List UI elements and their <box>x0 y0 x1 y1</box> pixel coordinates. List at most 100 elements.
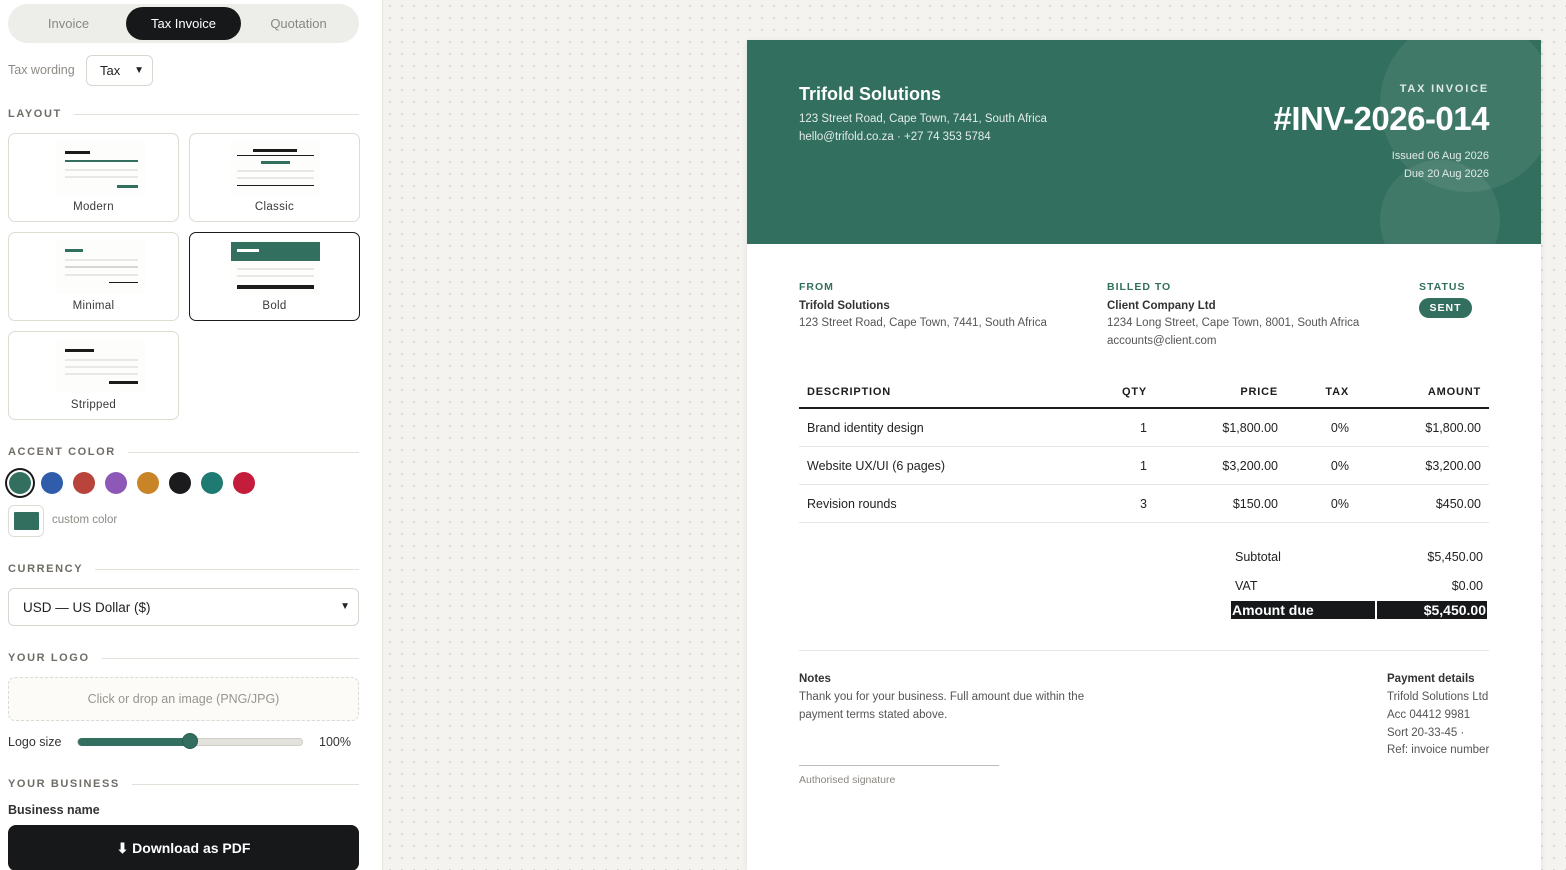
invoice-document: Trifold Solutions 123 Street Road, Cape … <box>747 40 1541 870</box>
tab-invoice[interactable]: Invoice <box>11 7 126 40</box>
status-badge: SENT <box>1419 298 1472 318</box>
table-header-rule <box>799 407 1489 409</box>
section-accent-label: ACCENT COLOR <box>8 446 116 458</box>
signature-line <box>799 765 999 766</box>
accent-swatch[interactable] <box>169 472 191 494</box>
section-accent-title: ACCENT COLOR <box>8 446 359 458</box>
col-qty: QTY <box>1121 386 1147 398</box>
payment-line: Ref: invoice number <box>1387 744 1490 756</box>
accent-swatch[interactable] <box>201 472 223 494</box>
invoice-header: Trifold Solutions 123 Street Road, Cape … <box>747 40 1541 244</box>
layout-card-stripped[interactable]: Stripped <box>8 331 179 420</box>
amount-due-value: $5,450.00 <box>1377 601 1487 619</box>
item-amount: $1,800.00 <box>1425 421 1481 435</box>
custom-color-preview <box>14 512 39 530</box>
item-tax: 0% <box>1330 421 1349 435</box>
payment-line: Trifold Solutions Ltd <box>1387 691 1489 703</box>
invoice-number: #INV-2026-014 <box>1273 100 1490 137</box>
notes-title: Notes <box>799 673 831 685</box>
layout-thumb-stripped <box>56 339 145 393</box>
logo-size-label: Logo size <box>8 735 62 749</box>
section-layout-title: LAYOUT <box>8 108 359 120</box>
col-description: DESCRIPTION <box>807 386 891 398</box>
section-business-title: YOUR BUSINESS <box>8 778 359 790</box>
business-name: Trifold Solutions <box>799 84 941 104</box>
layout-name: Modern <box>73 201 114 213</box>
subtotal-label: Subtotal <box>1235 550 1281 564</box>
settings-panel: Invoice Tax Invoice Quotation Tax wordin… <box>0 0 383 870</box>
item-price: $1,800.00 <box>1222 421 1278 435</box>
item-amount: $450.00 <box>1435 497 1481 511</box>
item-qty: 1 <box>1140 421 1147 435</box>
accent-swatch[interactable] <box>73 472 95 494</box>
layout-card-bold[interactable]: Bold <box>189 232 360 321</box>
layout-name: Minimal <box>72 300 115 312</box>
logo-dropzone[interactable]: Click or drop an image (PNG/JPG) <box>8 677 359 721</box>
col-price: PRICE <box>1240 386 1278 398</box>
layout-card-modern[interactable]: Modern <box>8 133 179 222</box>
section-layout-label: LAYOUT <box>8 108 62 120</box>
download-pdf-button[interactable]: ⬇ Download as PDF <box>8 825 359 870</box>
row-divider <box>799 484 1489 485</box>
section-currency-title: CURRENCY <box>8 563 359 575</box>
col-tax: TAX <box>1325 386 1349 398</box>
row-divider <box>799 522 1489 523</box>
item-qty: 1 <box>1140 459 1147 473</box>
item-price: $3,200.00 <box>1222 459 1278 473</box>
business-contact: hello@trifold.co.za · +27 74 353 5784 <box>799 131 991 143</box>
vat-label: VAT <box>1235 579 1258 593</box>
billed-to-label: BILLED TO <box>1107 281 1172 293</box>
layout-card-classic[interactable]: Classic <box>189 133 360 222</box>
due-date: Due 20 Aug 2026 <box>1403 168 1489 180</box>
tax-wording-value: Tax <box>100 63 121 78</box>
logo-size-slider-handle[interactable] <box>182 733 198 749</box>
layout-thumb-classic <box>231 141 320 195</box>
accent-swatch[interactable] <box>233 472 255 494</box>
item-description: Revision rounds <box>807 497 897 511</box>
currency-select[interactable]: USD — US Dollar ($) ▼ <box>8 588 359 626</box>
section-currency-label: CURRENCY <box>8 563 84 575</box>
item-description: Brand identity design <box>807 421 924 435</box>
layout-thumb-modern <box>56 141 145 195</box>
subtotal-value: $5,450.00 <box>1427 550 1483 564</box>
layout-name: Classic <box>254 201 295 213</box>
accent-swatch[interactable] <box>41 472 63 494</box>
business-address: 123 Street Road, Cape Town, 7441, South … <box>799 113 1047 125</box>
chevron-down-icon: ▼ <box>340 601 350 612</box>
billed-email: accounts@client.com <box>1107 335 1217 347</box>
tab-quotation[interactable]: Quotation <box>241 7 356 40</box>
accent-swatch[interactable] <box>105 472 127 494</box>
layout-name: Bold <box>262 300 287 312</box>
layout-thumb-minimal <box>56 240 145 294</box>
tax-wording-select[interactable]: Tax ▼ <box>86 55 153 86</box>
signature-label: Authorised signature <box>799 774 896 786</box>
row-divider <box>799 446 1489 447</box>
payment-line: Acc 04412 9981 <box>1387 709 1471 721</box>
notes-body: Thank you for your business. Full amount… <box>799 691 1085 721</box>
status-label: STATUS <box>1419 281 1466 293</box>
section-logo-title: YOUR LOGO <box>8 652 359 664</box>
item-tax: 0% <box>1330 497 1349 511</box>
from-label: FROM <box>799 281 834 293</box>
item-tax: 0% <box>1330 459 1349 473</box>
chevron-down-icon: ▼ <box>134 65 144 76</box>
vat-value: $0.00 <box>1451 579 1483 593</box>
footer-divider <box>799 650 1489 651</box>
from-address: 123 Street Road, Cape Town, 7441, South … <box>799 317 1047 329</box>
section-logo-label: YOUR LOGO <box>8 652 90 664</box>
billed-address: 1234 Long Street, Cape Town, 8001, South… <box>1107 317 1360 329</box>
layout-card-minimal[interactable]: Minimal <box>8 232 179 321</box>
section-business-label: YOUR BUSINESS <box>8 778 120 790</box>
custom-color-picker[interactable] <box>8 505 44 537</box>
tax-wording-label: Tax wording <box>8 63 75 77</box>
doc-type-switcher: Invoice Tax Invoice Quotation <box>8 4 359 43</box>
custom-color-label: custom color <box>52 514 118 526</box>
payment-line: Sort 20-33-45 · <box>1387 727 1465 739</box>
layout-thumb-bold <box>231 240 320 294</box>
item-price: $150.00 <box>1232 497 1278 511</box>
billed-name: Client Company Ltd <box>1107 300 1216 312</box>
layout-name: Stripped <box>70 399 117 411</box>
tab-tax-invoice[interactable]: Tax Invoice <box>126 7 241 40</box>
accent-swatch[interactable] <box>137 472 159 494</box>
accent-swatch[interactable] <box>9 472 31 494</box>
